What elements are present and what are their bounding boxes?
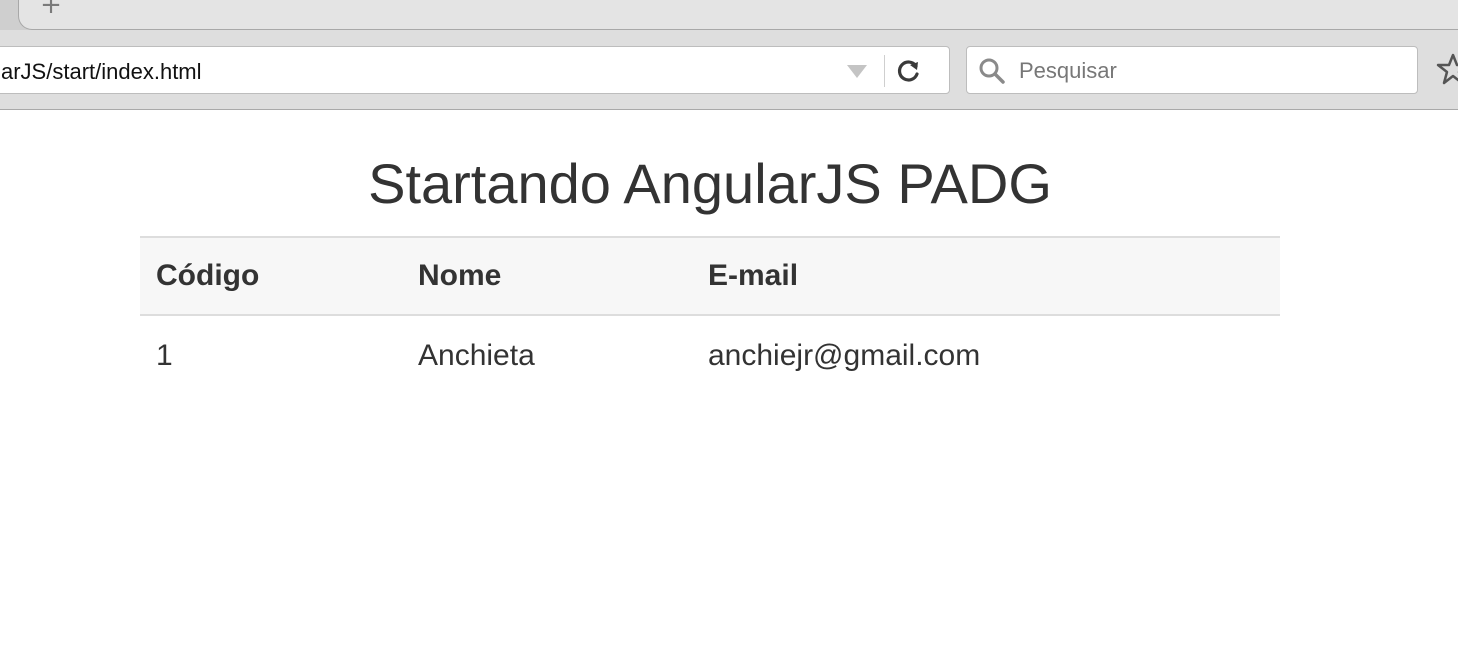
column-header-codigo: Código xyxy=(156,259,260,292)
search-input[interactable] xyxy=(1017,53,1411,89)
tab-strip: + xyxy=(0,0,1458,30)
dropdown-arrow-icon[interactable] xyxy=(847,65,867,78)
search-icon xyxy=(979,58,1005,84)
column-header-nome: Nome xyxy=(418,259,502,292)
users-table: Código Nome E-mail 1 Anchieta anchiejr@g… xyxy=(140,236,1280,395)
address-bar[interactable]: arJS/start/index.html xyxy=(0,46,950,94)
address-bar-url[interactable]: arJS/start/index.html xyxy=(1,59,202,85)
new-tab-icon[interactable]: + xyxy=(40,0,62,18)
reload-icon xyxy=(897,60,919,82)
page-content: Startando AngularJS PADG Código Nome E-m… xyxy=(0,110,1458,672)
search-bar[interactable] xyxy=(966,46,1418,94)
reload-button[interactable] xyxy=(891,53,927,89)
tab[interactable] xyxy=(18,0,1458,30)
table-row: 1 Anchieta anchiejr@gmail.com xyxy=(140,315,1280,395)
page-title: Startando AngularJS PADG xyxy=(368,152,1052,215)
cell-email: anchiejr@gmail.com xyxy=(708,338,981,372)
bookmark-star-icon[interactable] xyxy=(1436,52,1458,86)
table-header-row: Código Nome E-mail xyxy=(140,237,1280,315)
browser-chrome: + arJS/start/index.html xyxy=(0,0,1458,110)
column-header-email: E-mail xyxy=(708,259,799,292)
cell-nome: Anchieta xyxy=(418,338,535,372)
cell-codigo: 1 xyxy=(156,338,173,372)
address-bar-divider xyxy=(884,55,885,87)
navigation-toolbar: arJS/start/index.html xyxy=(0,30,1458,109)
